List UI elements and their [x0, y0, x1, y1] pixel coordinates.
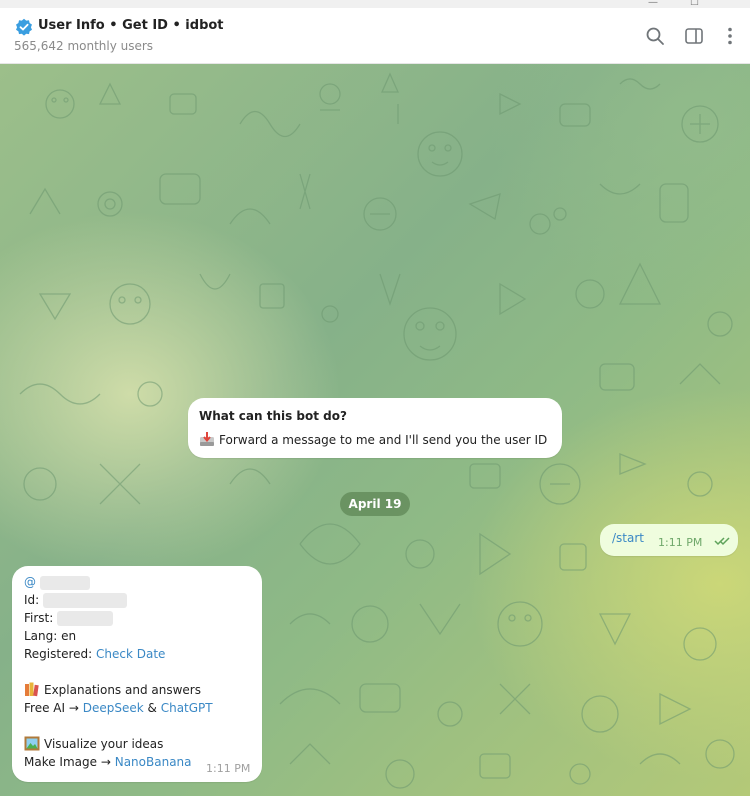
chat-subtitle: 565,642 monthly users: [14, 39, 154, 53]
free-ai-line: Free AI → DeepSeek & ChatGPT: [24, 699, 213, 717]
intro-heading: What can this bot do?: [199, 409, 347, 423]
search-icon[interactable]: [645, 26, 665, 46]
first-label: First:: [24, 611, 54, 625]
username-line: @: [24, 573, 90, 591]
sidebar-toggle-icon[interactable]: [684, 26, 704, 46]
minimize-icon[interactable]: —: [648, 0, 662, 8]
registered-line: Registered: Check Date: [24, 645, 165, 663]
double-check-icon: [714, 537, 730, 546]
registered-label: Registered:: [24, 647, 93, 661]
redacted-username: [39, 575, 90, 590]
visualize-line: Visualize your ideas: [24, 735, 163, 753]
intro-row: Forward a message to me and I'll send yo…: [199, 431, 547, 449]
nanobanana-link[interactable]: NanoBanana: [115, 755, 192, 769]
chatgpt-link[interactable]: ChatGPT: [161, 701, 213, 715]
date-separator: April 19: [340, 492, 410, 516]
make-image-line: Make Image → NanoBanana: [24, 753, 192, 771]
first-line: First:: [24, 609, 114, 627]
check-date-link[interactable]: Check Date: [96, 647, 165, 661]
redacted-first-name: [57, 611, 114, 626]
books-icon: [25, 682, 39, 697]
redacted-id: [43, 593, 128, 608]
explanations-text: Explanations and answers: [44, 683, 201, 697]
window-titlebar: — ☐: [0, 0, 750, 8]
id-label: Id:: [24, 593, 40, 607]
chat-title[interactable]: User Info • Get ID • idbot: [38, 18, 224, 33]
message-time: 1:11 PM: [206, 762, 251, 775]
more-options-icon[interactable]: [720, 26, 740, 46]
verified-badge-icon: [16, 18, 32, 36]
ampersand: &: [147, 701, 157, 715]
outgoing-message[interactable]: /start 1:11 PM: [600, 524, 738, 556]
chat-area[interactable]: What can this bot do? Forward a message …: [0, 64, 750, 796]
id-line: Id:: [24, 591, 128, 609]
deepseek-link[interactable]: DeepSeek: [83, 701, 144, 715]
free-ai-label: Free AI →: [24, 701, 79, 715]
chat-header[interactable]: User Info • Get ID • idbot 565,642 month…: [0, 8, 750, 64]
make-image-label: Make Image →: [24, 755, 111, 769]
bot-intro-card: What can this bot do? Forward a message …: [188, 398, 562, 458]
intro-text: Forward a message to me and I'll send yo…: [219, 433, 548, 447]
maximize-icon[interactable]: ☐: [690, 0, 704, 8]
inbox-tray-icon: [200, 432, 214, 446]
lang-line: Lang: en: [24, 629, 77, 643]
visualize-text: Visualize your ideas: [44, 737, 164, 751]
username-at[interactable]: @: [24, 575, 36, 589]
message-time: 1:11 PM: [658, 536, 703, 549]
framed-picture-icon: [24, 736, 40, 751]
explanations-line: Explanations and answers: [24, 681, 201, 699]
command-text[interactable]: /start: [612, 531, 644, 545]
bot-reply-message[interactable]: @ Id: First: Lang: en Registered: Check …: [12, 566, 262, 782]
telegram-window: — ☐ User Info • Get ID • idbot 565,642 m…: [0, 0, 750, 796]
